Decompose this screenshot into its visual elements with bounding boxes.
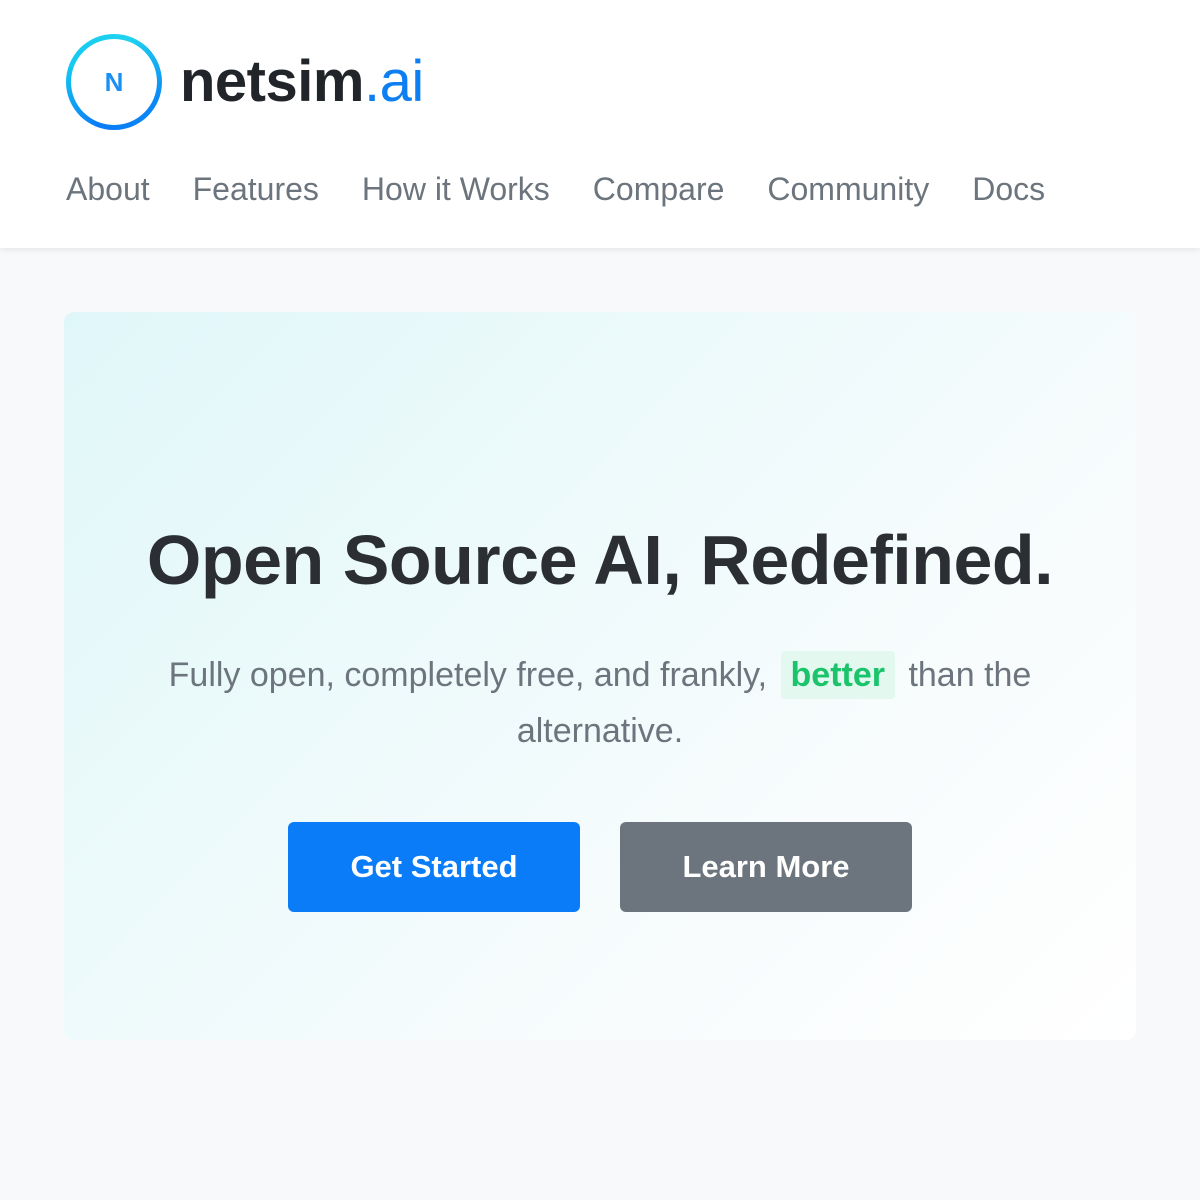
nav-item-docs[interactable]: Docs bbox=[972, 168, 1045, 210]
site-header: N netsim.ai About Features How it Works … bbox=[0, 0, 1200, 248]
hero-subtitle-highlight: better bbox=[780, 651, 895, 699]
brand-name-text: netsim bbox=[180, 49, 364, 114]
logo-letter: N bbox=[71, 39, 157, 125]
nav-item-about[interactable]: About bbox=[66, 168, 150, 210]
nav-item-how-it-works[interactable]: How it Works bbox=[362, 168, 550, 210]
brand-name: netsim.ai bbox=[180, 53, 424, 111]
hero-subtitle-before: Fully open, completely free, and frankly… bbox=[168, 656, 768, 694]
brand-tld: .ai bbox=[363, 49, 424, 114]
learn-more-button[interactable]: Learn More bbox=[620, 822, 912, 912]
nav-item-compare[interactable]: Compare bbox=[593, 168, 725, 210]
get-started-button[interactable]: Get Started bbox=[288, 822, 580, 912]
main-nav: About Features How it Works Compare Comm… bbox=[66, 168, 1088, 210]
brand-logo-link[interactable]: N netsim.ai bbox=[66, 34, 424, 130]
hero-subtitle: Fully open, completely free, and frankly… bbox=[120, 647, 1080, 759]
nav-item-features[interactable]: Features bbox=[193, 168, 319, 210]
nav-item-community[interactable]: Community bbox=[767, 168, 929, 210]
hero-title: Open Source AI, Redefined. bbox=[146, 521, 1054, 599]
hero-section: Open Source AI, Redefined. Fully open, c… bbox=[64, 312, 1136, 1040]
logo-ring-icon: N bbox=[66, 34, 162, 130]
